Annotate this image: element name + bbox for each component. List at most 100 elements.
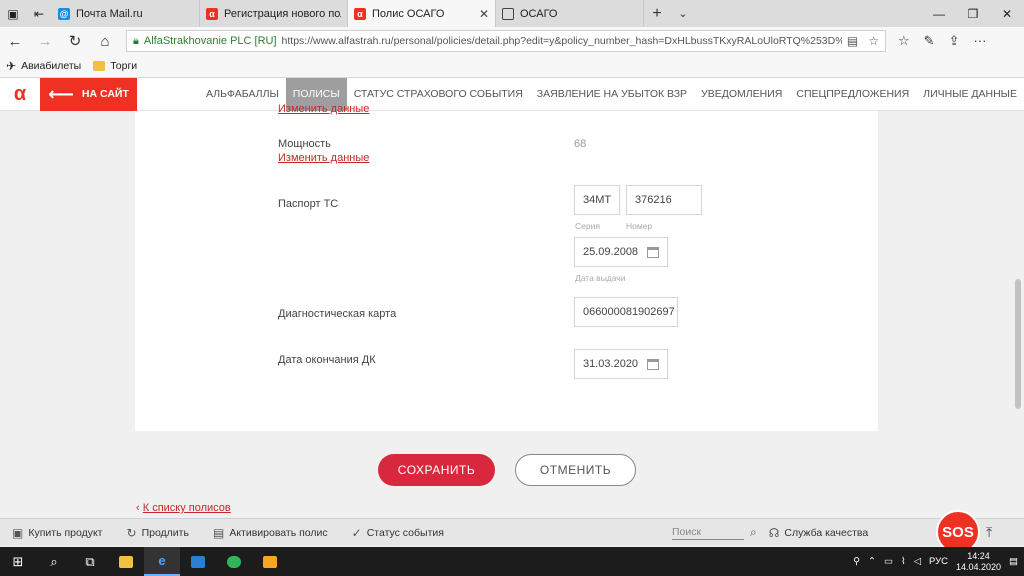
favorite-label: Торги xyxy=(110,60,138,72)
tray-chevron-up-icon[interactable]: ⌃ xyxy=(868,556,876,567)
language-indicator[interactable]: РУС xyxy=(929,556,948,567)
quality-service-label: Служба качества xyxy=(784,526,869,539)
activate-policy-label: Активировать полис xyxy=(229,526,328,539)
tab-actions-icon[interactable]: ▣ xyxy=(0,0,26,27)
dk-expiry-label: Дата окончания ДК xyxy=(278,354,376,366)
alfa-logo[interactable]: α xyxy=(0,78,40,111)
browser-tab-registration[interactable]: α Регистрация нового польз xyxy=(200,0,348,27)
scroll-to-top-icon[interactable]: ⤒ xyxy=(986,524,992,541)
home-icon[interactable]: ⌂ xyxy=(90,33,120,50)
back-to-policies-label: К списку полисов xyxy=(142,502,231,514)
pen-icon[interactable]: ✎ xyxy=(924,33,935,49)
menu-item-notifications[interactable]: УВЕДОМЛЕНИЯ xyxy=(694,78,789,111)
diag-card-value: 066000081902697 xyxy=(583,306,675,318)
notifications-icon[interactable]: ▤ xyxy=(1009,556,1018,567)
minimize-icon[interactable]: — xyxy=(922,0,956,27)
menu-item-special-offers[interactable]: СПЕЦПРЕДЛОЖЕНИЯ xyxy=(789,78,916,111)
clock[interactable]: 14:24 14.04.2020 xyxy=(956,551,1001,573)
battery-icon[interactable]: ▭ xyxy=(884,556,893,567)
more-icon[interactable]: ··· xyxy=(973,33,986,49)
cancel-button[interactable]: ОТМЕНИТЬ xyxy=(515,454,636,486)
passport-issue-date-value: 25.09.2008 xyxy=(583,246,639,258)
favorites-bar: ✈ Авиабилеты Торги xyxy=(0,55,1024,78)
passport-issue-date-field[interactable]: 25.09.2008 xyxy=(574,237,668,267)
file-explorer-icon[interactable] xyxy=(108,547,144,576)
task-view-icon[interactable]: ⧉ xyxy=(72,547,108,576)
quality-service-button[interactable]: ☊ Служба качества xyxy=(757,526,881,540)
blank-page-favicon-icon xyxy=(502,7,514,20)
network-icon[interactable]: ⌇ xyxy=(901,556,906,567)
buy-product-label: Купить продукт xyxy=(28,526,103,539)
new-tab-icon[interactable]: + xyxy=(644,0,670,27)
mail-icon[interactable] xyxy=(180,547,216,576)
scrollbar-thumb[interactable] xyxy=(1015,279,1021,409)
cart-icon: ▣ xyxy=(12,525,24,540)
activate-policy-button[interactable]: ▤ Активировать полис xyxy=(201,526,340,540)
close-tab-icon[interactable]: ✕ xyxy=(479,7,489,21)
menu-item-travel-claim[interactable]: ЗАЯВЛЕНИЕ НА УБЫТОК ВЗР xyxy=(530,78,694,111)
forward-arrow-icon[interactable]: → xyxy=(30,33,60,50)
tabs-aside-icon[interactable]: ⇤ xyxy=(26,0,52,27)
back-arrow-icon[interactable]: ← xyxy=(0,33,30,50)
tab-title: Регистрация нового польз xyxy=(224,7,341,20)
buy-product-button[interactable]: ▣ Купить продукт xyxy=(0,526,115,540)
restore-icon[interactable]: ❐ xyxy=(956,0,990,27)
windows-start-icon[interactable]: ⊞ xyxy=(0,547,36,576)
reading-view-icon[interactable]: ▤ xyxy=(847,34,858,48)
share-icon[interactable]: ⇪ xyxy=(949,33,960,49)
menu-item-claim-status[interactable]: СТАТУС СТРАХОВОГО СОБЫТИЯ xyxy=(347,78,530,111)
windows-taskbar: ⊞ ⌕ ⧉ e ⚲ ⌃ ▭ ⌇ ◁ РУС 14:24 14.04.2020 ▤ xyxy=(0,547,1024,576)
dk-expiry-field[interactable]: 31.03.2020 xyxy=(574,349,668,379)
close-window-icon[interactable]: ✕ xyxy=(990,0,1024,27)
arrow-left-icon: ⟵ xyxy=(48,83,74,104)
save-button[interactable]: СОХРАНИТЬ xyxy=(378,454,495,486)
page-scrollbar[interactable] xyxy=(1012,111,1024,518)
search-input[interactable]: Поиск xyxy=(671,526,744,540)
menu-item-alfabonus[interactable]: АЛЬФАБАЛЛЫ xyxy=(199,78,286,111)
search-icon[interactable]: ⌕ xyxy=(750,525,757,540)
lock-icon: 🔒︎ xyxy=(133,34,139,47)
back-to-policies-link[interactable]: ‹ К списку полисов xyxy=(136,502,231,514)
policy-edit-card: Изменить данные Мощность Изменить данные… xyxy=(135,103,878,431)
diag-card-field[interactable]: 066000081902697 xyxy=(574,297,678,327)
refresh-icon[interactable]: ↻ xyxy=(60,32,90,50)
browser-tab-mail[interactable]: @ Почта Mail.ru xyxy=(52,0,200,27)
document-app-icon[interactable] xyxy=(252,547,288,576)
headset-icon: ☊ xyxy=(768,525,780,540)
favorites-icon[interactable]: ☆ xyxy=(898,33,910,49)
dk-expiry-value: 31.03.2020 xyxy=(583,358,639,370)
chevron-down-icon[interactable]: ⌄ xyxy=(670,0,696,27)
search-icon[interactable]: ⌕ xyxy=(36,547,72,576)
tab-title: ОСАГО xyxy=(520,7,558,20)
menu-item-personal-data[interactable]: ЛИЧНЫЕ ДАННЫЕ xyxy=(916,78,1024,111)
browser-tab-osago-policy[interactable]: α Полис ОСАГО ✕ xyxy=(348,0,496,27)
folder-icon xyxy=(93,61,106,71)
edge-browser-icon[interactable]: e xyxy=(144,547,180,576)
whatsapp-icon[interactable] xyxy=(216,547,252,576)
alfa-favicon-icon: α xyxy=(354,7,366,20)
power-label: Мощность xyxy=(278,138,331,150)
window-controls: — ❐ ✕ xyxy=(922,0,1024,27)
edit-data-link-top[interactable]: Изменить данные xyxy=(278,103,369,115)
edit-power-link[interactable]: Изменить данные xyxy=(278,152,369,164)
people-icon[interactable]: ⚲ xyxy=(853,556,860,567)
site-identity: AlfaStrakhovanie PLC [RU] xyxy=(143,35,277,47)
favorite-flights[interactable]: ✈ Авиабилеты xyxy=(6,59,81,73)
passport-series-value: 34МТ xyxy=(583,194,612,206)
calendar-icon[interactable] xyxy=(647,246,659,258)
url-text[interactable]: https://www.alfastrah.ru/personal/polici… xyxy=(282,35,842,47)
url-field[interactable]: 🔒︎ AlfaStrakhovanie PLC [RU] https://www… xyxy=(126,30,886,52)
passport-series-field[interactable]: 34МТ xyxy=(574,185,620,215)
volume-icon[interactable]: ◁ xyxy=(914,556,921,567)
renew-button[interactable]: ↻ Продлить xyxy=(115,526,201,540)
back-to-site-button[interactable]: ⟵ НА САЙТ xyxy=(40,77,137,111)
favorite-auctions[interactable]: Торги xyxy=(93,60,137,72)
event-status-button[interactable]: ✓ Статус события xyxy=(340,526,456,540)
clock-time: 14:24 xyxy=(967,550,990,561)
mail-favicon-icon: @ xyxy=(58,7,70,20)
passport-number-field[interactable]: 376216 xyxy=(626,185,702,215)
calendar-icon[interactable] xyxy=(647,358,659,370)
favorite-star-icon[interactable]: ☆ xyxy=(868,34,879,48)
renew-icon: ↻ xyxy=(126,525,137,540)
browser-tab-osago[interactable]: ОСАГО xyxy=(496,0,644,27)
